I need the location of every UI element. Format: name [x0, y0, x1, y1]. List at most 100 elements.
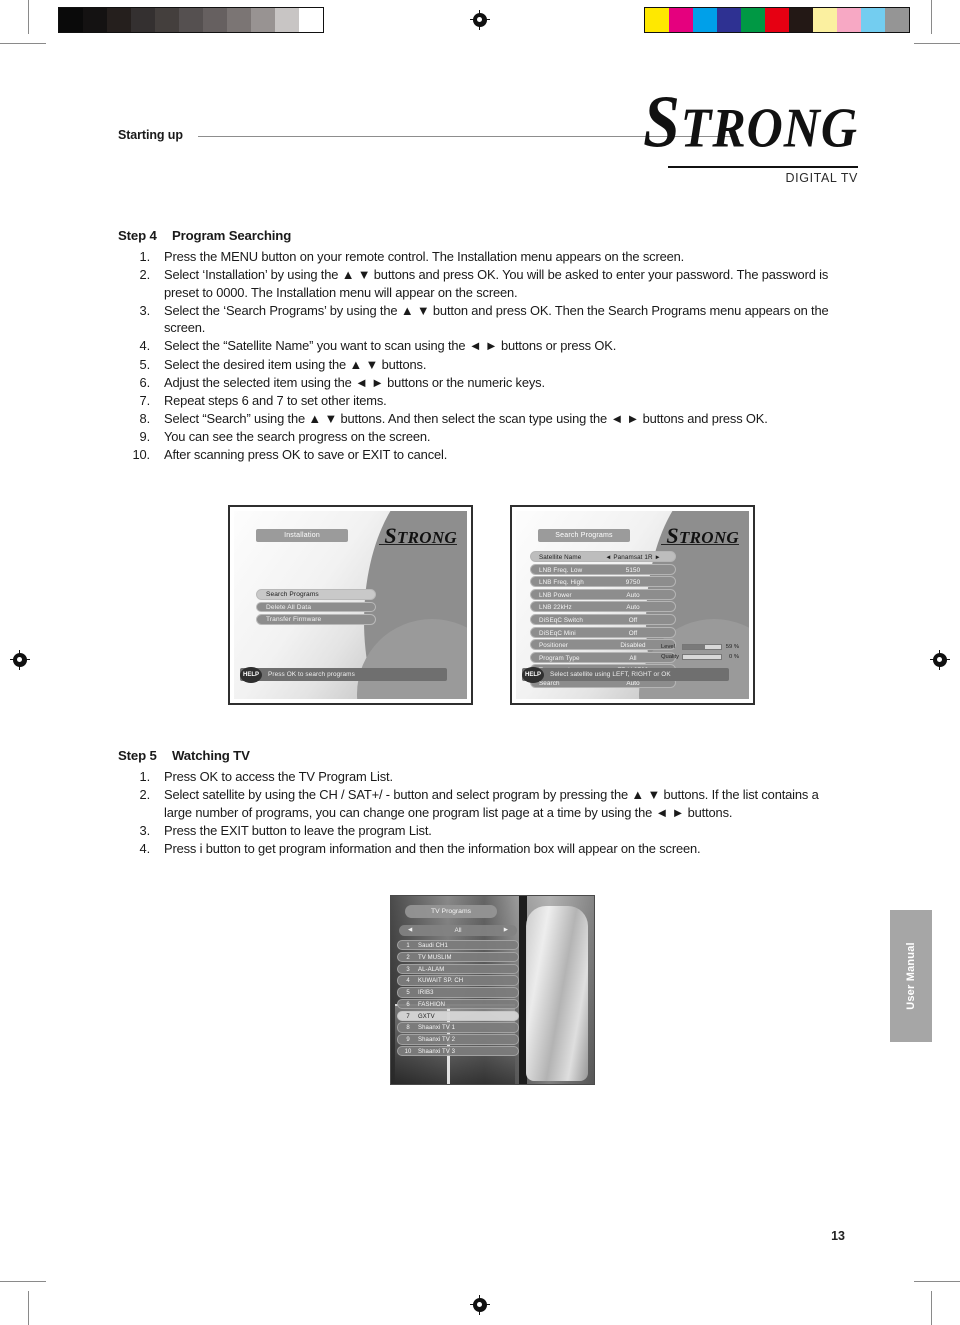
- setting-label: Program Type: [539, 654, 580, 662]
- setting-value: Disabled: [620, 642, 646, 650]
- chevron-right-icon: ▶: [503, 927, 508, 933]
- list-item: 5. Select the desired item using the ▲ ▼ …: [118, 356, 848, 374]
- program-list-group-label: All: [454, 927, 462, 934]
- program-list-item[interactable]: 6 FASHION: [397, 998, 519, 1010]
- step-4-title: Step 4 Program Searching: [118, 228, 848, 243]
- setting-row[interactable]: Satellite Name ◄ Panamsat 1R ►: [530, 551, 676, 562]
- setting-row[interactable]: LNB Freq. High 9750: [530, 576, 676, 588]
- program-number: 2: [406, 954, 410, 961]
- list-item-number: 2.: [139, 787, 151, 803]
- setting-row[interactable]: LNB Power Auto: [530, 588, 676, 600]
- installation-menu-item[interactable]: Delete All Data: [256, 601, 376, 612]
- side-tab-user-manual: User Manual: [890, 910, 932, 1042]
- program-list-item[interactable]: 2 TV MUSLIM: [397, 951, 519, 963]
- setting-row[interactable]: DiSEqC Switch Off: [530, 613, 676, 625]
- program-name: AL-ALAM: [418, 966, 445, 973]
- setting-row[interactable]: DiSEqC Mini Off: [530, 626, 676, 638]
- list-item-text: Select satellite by using the CH / SAT+/…: [164, 787, 819, 820]
- program-number: 8: [406, 1025, 410, 1032]
- step-5-block: Step 5 Watching TV 1. Press OK to access t…: [118, 748, 848, 858]
- help-badge-icon: HELP: [240, 666, 262, 683]
- logo-subtitle: DIGITAL TV: [785, 170, 858, 185]
- step-4-block: Step 4 Program Searching 1. Press the MENU…: [118, 228, 848, 464]
- setting-value: Off: [628, 616, 638, 624]
- signal-meter-label: Quality: [661, 654, 680, 660]
- signal-meter-percent: 59 %: [725, 644, 739, 650]
- installation-menu-list: Search Programs Delete All Data Transfer F…: [256, 589, 376, 627]
- photo-bottle-object: [526, 906, 588, 1081]
- strong-logo-text: STRONG: [643, 81, 858, 164]
- section-label: Starting up: [118, 128, 183, 142]
- signal-meter-percent: 0 %: [729, 654, 739, 660]
- list-item: 2. Select satellite by using the CH / SAT…: [118, 786, 848, 821]
- setting-label: DiSEqC Mini: [539, 629, 576, 637]
- step-5-title: Step 5 Watching TV: [118, 748, 848, 763]
- list-item: 1. Press the MENU button on your remote c…: [118, 248, 848, 266]
- list-item: 9. You can see the search progress on the…: [118, 428, 848, 446]
- installation-help-bar: HELP Press OK to search programs: [240, 666, 447, 683]
- search-programs-osd-logo-rule: [661, 544, 739, 545]
- program-list-photo: TV Programs ◀ All ▶ 1 Saudi CH1 2 TV MUSLIM…: [390, 895, 595, 1085]
- program-list-item[interactable]: 5 IRIB3: [397, 987, 519, 998]
- signal-meter-row: Level 59 %: [661, 643, 739, 651]
- program-list-item[interactable]: 10 Shaanxi TV 3: [397, 1046, 519, 1057]
- list-item-text: Press i button to get program informatio…: [164, 840, 701, 856]
- program-list-item[interactable]: 7 GXTV: [397, 1010, 519, 1022]
- signal-meter-track: [682, 644, 722, 650]
- installation-menu-item[interactable]: Transfer Firmware: [256, 614, 376, 625]
- list-item: 3. Press the EXIT button to leave the pro…: [118, 822, 848, 840]
- program-name: Shaanxi TV 2: [418, 1037, 456, 1044]
- list-item-text: Select the “Satellite Name” you want to …: [164, 338, 617, 354]
- search-programs-help-text: Select satellite using LEFT, RIGHT or OK: [550, 671, 671, 678]
- setting-row[interactable]: LNB Freq. Low 5150: [530, 563, 676, 575]
- list-item-number: 8.: [139, 410, 151, 426]
- list-item-text: Press the EXIT button to leave the progr…: [164, 822, 432, 838]
- setting-row[interactable]: LNB 22kHz Auto: [530, 601, 676, 613]
- program-list-item[interactable]: 9 Shaanxi TV 2: [397, 1034, 519, 1045]
- program-name: FASHION: [418, 1001, 446, 1008]
- list-item-number: 10.: [132, 447, 151, 463]
- program-number: 1: [406, 943, 410, 949]
- program-list-group-selector: ◀ All ▶: [399, 925, 517, 936]
- setting-label: Satellite Name: [539, 554, 582, 561]
- list-item: 1. Press OK to access the TV Program List…: [118, 768, 848, 786]
- program-name: Saudi CH1: [418, 943, 448, 949]
- list-item-text: Select ‘Installation’ by using the ▲ ▼ b…: [164, 267, 829, 300]
- list-item: 2. Select ‘Installation’ by using the ▲ ▼…: [118, 266, 848, 301]
- setting-label: LNB 22kHz: [539, 604, 572, 612]
- chevron-left-icon: ◀: [408, 927, 413, 933]
- list-item-text: Adjust the selected item using the ◄ ► b…: [164, 374, 545, 390]
- setting-row[interactable]: Program Type All: [530, 651, 676, 663]
- step-4-list: 1. Press the MENU button on your remote c…: [118, 248, 848, 464]
- step-4-word: Step 4: [118, 228, 157, 243]
- program-list-item[interactable]: 8 Shaanxi TV 1: [397, 1022, 519, 1033]
- page-number: 13: [831, 1229, 845, 1243]
- list-item-number: 1.: [139, 769, 151, 784]
- setting-value: Auto: [626, 591, 640, 599]
- setting-label: LNB Freq. High: [539, 579, 584, 587]
- setting-row[interactable]: Positioner Disabled: [530, 639, 676, 651]
- installation-menu-item[interactable]: Search Programs: [256, 589, 376, 600]
- signal-meters: Level 59 % Quality 0 %: [661, 643, 739, 663]
- list-item-text: Select “Search” using the ▲ ▼ buttons. A…: [164, 410, 768, 426]
- program-list-item[interactable]: 4 KUWAIT SP. CH: [397, 975, 519, 986]
- installation-osd-logo: STRONG: [384, 523, 457, 548]
- program-name: IRIB3: [418, 990, 434, 997]
- screenshot-row: Installation STRONG Search Programs Delet…: [228, 505, 758, 705]
- program-name: Shaanxi TV 3: [418, 1049, 456, 1056]
- list-item-text: Select the ‘Search Programs’ by using th…: [164, 302, 829, 336]
- program-name: KUWAIT SP. CH: [418, 978, 464, 985]
- setting-label: LNB Power: [539, 591, 572, 599]
- installation-osd-title: Installation: [256, 529, 348, 542]
- strong-logo: STRONG DIGITAL TV: [630, 86, 858, 185]
- program-list-item[interactable]: 3 AL-ALAM: [397, 963, 519, 974]
- program-list-item[interactable]: 1 Saudi CH1: [397, 940, 519, 951]
- installation-help-text: Press OK to search programs: [268, 671, 355, 678]
- list-item: 7. Repeat steps 6 and 7 to set other item…: [118, 392, 848, 410]
- list-item-number: 9.: [139, 428, 151, 444]
- step-5-heading: Watching TV: [172, 748, 250, 763]
- installation-screenshot: Installation STRONG Search Programs Delet…: [228, 505, 473, 705]
- step-4-heading: Program Searching: [172, 228, 292, 243]
- list-item-text: Select the desired item using the ▲ ▼ bu…: [164, 356, 427, 372]
- setting-label: DiSEqC Switch: [539, 616, 583, 624]
